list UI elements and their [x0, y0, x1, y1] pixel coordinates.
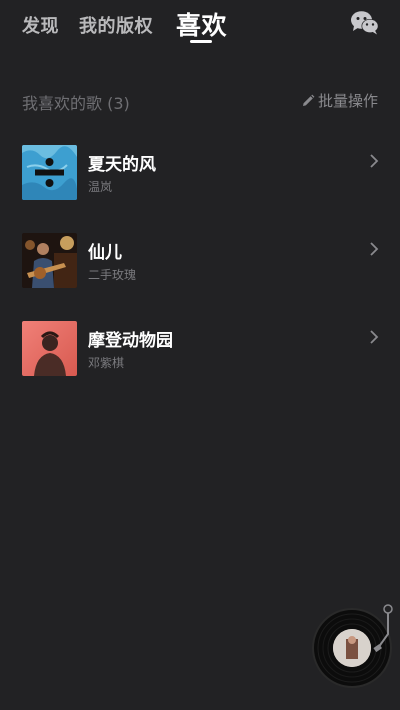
section-title: 我喜欢的歌 (3)	[22, 94, 130, 113]
song-title: 仙儿	[88, 243, 122, 263]
wechat-icon[interactable]	[350, 10, 380, 36]
app-root: 发现 我的版权 喜欢 我喜欢的歌 (3) 批量操作 夏天的风 温岚 仙儿 二手玫…	[0, 0, 400, 710]
chevron-right-icon	[370, 154, 379, 168]
tab-discover[interactable]: 发现	[22, 12, 59, 38]
section-header: 我喜欢的歌 (3) 批量操作	[0, 88, 400, 114]
list-item[interactable]: 摩登动物园 邓紫棋	[0, 314, 400, 402]
song-artist: 邓紫棋	[88, 356, 125, 370]
tonearm-icon	[373, 604, 393, 653]
chevron-right-icon	[370, 330, 379, 344]
batch-edit-button[interactable]: 批量操作	[301, 90, 378, 111]
batch-edit-label: 批量操作	[317, 92, 378, 110]
chevron-right-icon	[370, 242, 379, 256]
song-title: 摩登动物园	[88, 331, 173, 351]
pencil-icon	[302, 94, 315, 106]
list-item[interactable]: 夏天的风 温岚	[0, 138, 400, 226]
active-tab-indicator	[190, 40, 212, 43]
album-cover-divide-icon	[22, 145, 77, 200]
song-title: 夏天的风	[88, 155, 156, 175]
album-cover-guitarist-icon	[22, 233, 77, 288]
tab-my-copyright[interactable]: 我的版权	[79, 12, 153, 38]
player-disc-button[interactable]	[312, 604, 396, 690]
song-artist: 温岚	[88, 180, 113, 194]
song-artist: 二手玫瑰	[88, 268, 137, 282]
album-cover-portrait-icon	[22, 321, 77, 376]
song-list: 夏天的风 温岚 仙儿 二手玫瑰 摩登动物园 邓紫棋	[0, 138, 400, 402]
top-nav: 发现 我的版权 喜欢	[0, 0, 400, 50]
list-item[interactable]: 仙儿 二手玫瑰	[0, 226, 400, 314]
tab-likes[interactable]: 喜欢	[176, 6, 227, 42]
